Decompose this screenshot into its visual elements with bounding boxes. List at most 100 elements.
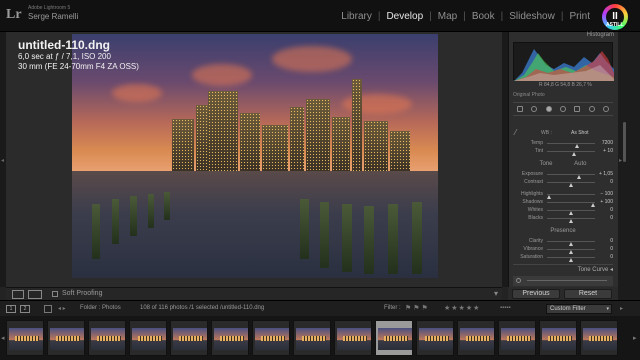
eyedropper-icon[interactable]: ⁄ [515, 128, 516, 137]
module-develop[interactable]: Develop [380, 11, 429, 22]
filmstrip-thumbnail[interactable] [334, 320, 372, 356]
filmstrip-thumbnail[interactable] [375, 320, 413, 356]
filmstrip-thumbnail[interactable] [457, 320, 495, 356]
panel-scrollbar[interactable] [623, 122, 626, 162]
previous-button[interactable]: Previous [512, 289, 560, 299]
vibrance-slider[interactable]: Vibrance 0 [513, 246, 613, 254]
photo-building [332, 116, 350, 171]
photo-building [352, 78, 362, 171]
original-photo-toggle[interactable]: Original Photo [513, 92, 545, 98]
chevron-left-icon: ◂ [1, 158, 5, 164]
exposure-slider[interactable]: Exposure + 1,05 [513, 171, 613, 179]
filmstrip-thumbnail[interactable] [88, 320, 126, 356]
star-filter-icons[interactable]: ★★★★★ [444, 304, 480, 312]
image-view[interactable]: untitled-110.dng 6,0 sec at ƒ / 7,1, ISO… [6, 32, 502, 287]
shadows-slider[interactable]: Shadows + 100 [513, 199, 613, 207]
filmstrip-thumbnail[interactable] [6, 320, 44, 356]
slider-track [547, 218, 595, 223]
right-panel-toggle[interactable]: ▸ [618, 32, 640, 300]
filmstrip-thumbnail[interactable] [580, 320, 618, 356]
slider-knob[interactable] [572, 152, 576, 156]
slider-value: + 100 [600, 199, 613, 205]
color-filter-icons[interactable]: ▪▪▪▪▪ [500, 305, 511, 311]
tone-auto-button[interactable]: Auto [574, 161, 586, 167]
module-book[interactable]: Book [466, 11, 501, 22]
loupe-view-icon[interactable] [12, 290, 24, 299]
adjustment-brush-icon[interactable] [602, 106, 609, 112]
grid-view-icon[interactable] [44, 305, 52, 313]
thumbnail-image [50, 328, 84, 350]
wb-select[interactable]: As Shot [571, 130, 589, 136]
filter-label: Filter : [384, 305, 401, 311]
wb-label: WB : [541, 130, 552, 136]
slider-knob[interactable] [569, 258, 573, 262]
filmstrip-thumbnail[interactable] [129, 320, 167, 356]
slider-track [547, 143, 595, 148]
temp-slider[interactable]: Temp 7200 [513, 140, 613, 148]
slider-label: Blacks [528, 215, 543, 221]
blacks-slider[interactable]: Blacks 0 [513, 215, 613, 223]
histogram[interactable] [513, 42, 614, 81]
chevron-right-icon[interactable]: ▸ [633, 334, 637, 342]
grid-tool-icon[interactable] [517, 106, 524, 112]
module-print[interactable]: Print [563, 11, 596, 22]
slider-label: Clarity [528, 238, 543, 244]
tint-slider[interactable]: Tint + 10 [513, 148, 613, 156]
contrast-slider[interactable]: Contrast 0 [513, 179, 613, 187]
target-adjust-icon[interactable] [516, 278, 521, 283]
soft-proofing-checkbox[interactable] [52, 291, 58, 297]
reset-button[interactable]: Reset [564, 289, 612, 299]
page-1-button[interactable]: 1 [6, 305, 16, 313]
red-eye-icon[interactable] [559, 106, 566, 112]
filmstrip-thumbnail[interactable] [539, 320, 577, 356]
photo-building [306, 98, 330, 171]
top-bar: Lr Adobe Lightroom 5 Serge Ramelli Libra… [0, 0, 640, 32]
before-after-view-icon[interactable] [28, 290, 42, 299]
module-slideshow[interactable]: Slideshow [503, 11, 561, 22]
chevron-down-icon: ▾ [606, 306, 609, 312]
custom-filter-select[interactable]: Custom Filter ▾ [546, 304, 612, 314]
tone-curve-header[interactable]: Tone Curve ◂ [513, 264, 613, 274]
slider-track [547, 257, 595, 262]
toolbar-menu-icon[interactable]: ▾ [494, 289, 498, 298]
watermark-badge: II ASTILL [602, 4, 634, 30]
page-2-button[interactable]: 2 [20, 305, 30, 313]
spot-removal-icon[interactable] [545, 106, 552, 112]
filmstrip-thumbnail[interactable] [416, 320, 454, 356]
photo-pile [412, 202, 422, 274]
filmstrip-toggle-icon[interactable]: ▸ [620, 305, 623, 312]
thumbnail-image [132, 328, 166, 350]
module-picker: Library | Develop | Map | Book | Slidesh… [335, 11, 596, 22]
filmstrip-thumbnail[interactable] [47, 320, 85, 356]
filmstrip-thumbnail[interactable] [293, 320, 331, 356]
filmstrip-thumbnail[interactable] [252, 320, 290, 356]
tone-curve-tools [513, 276, 613, 286]
module-library[interactable]: Library [335, 11, 378, 22]
filmstrip-thumbnail[interactable] [170, 320, 208, 356]
slider-knob[interactable] [569, 183, 573, 187]
photo-building [172, 118, 194, 171]
photo-pile [164, 192, 170, 220]
flag-filter-icons[interactable]: ⚑ ⚑ ⚑ [405, 304, 428, 312]
slider-knob[interactable] [569, 219, 573, 223]
presence-heading: Presence [550, 228, 576, 234]
chevron-left-icon[interactable]: ◂ [1, 334, 5, 342]
crop-tool-icon[interactable] [531, 106, 538, 112]
slider-label: Saturation [520, 254, 543, 260]
triangle-down-icon: ◂ [609, 267, 613, 273]
thumbnail-image [583, 328, 617, 350]
highlights-slider[interactable]: Highlights − 100 [513, 191, 613, 199]
whites-slider[interactable]: Whites 0 [513, 207, 613, 215]
saturation-slider[interactable]: Saturation 0 [513, 254, 613, 262]
radial-filter-icon[interactable] [588, 106, 595, 112]
graduated-filter-icon[interactable] [574, 106, 581, 112]
filmstrip-thumbnail[interactable] [498, 320, 536, 356]
back-arrow-icon[interactable]: ◂ ▸ [58, 305, 66, 312]
thumbnail-image [214, 328, 248, 350]
folder-source[interactable]: Folder : Photos [80, 305, 121, 311]
photo-count: 108 of 116 photos /1 selected /untitled-… [140, 305, 265, 311]
develop-panel: Histogram R 84,8 G 54,8 B 26,7 % Origina… [508, 32, 618, 300]
clarity-slider[interactable]: Clarity 0 [513, 238, 613, 246]
module-map[interactable]: Map [432, 11, 463, 22]
filmstrip-thumbnail[interactable] [211, 320, 249, 356]
